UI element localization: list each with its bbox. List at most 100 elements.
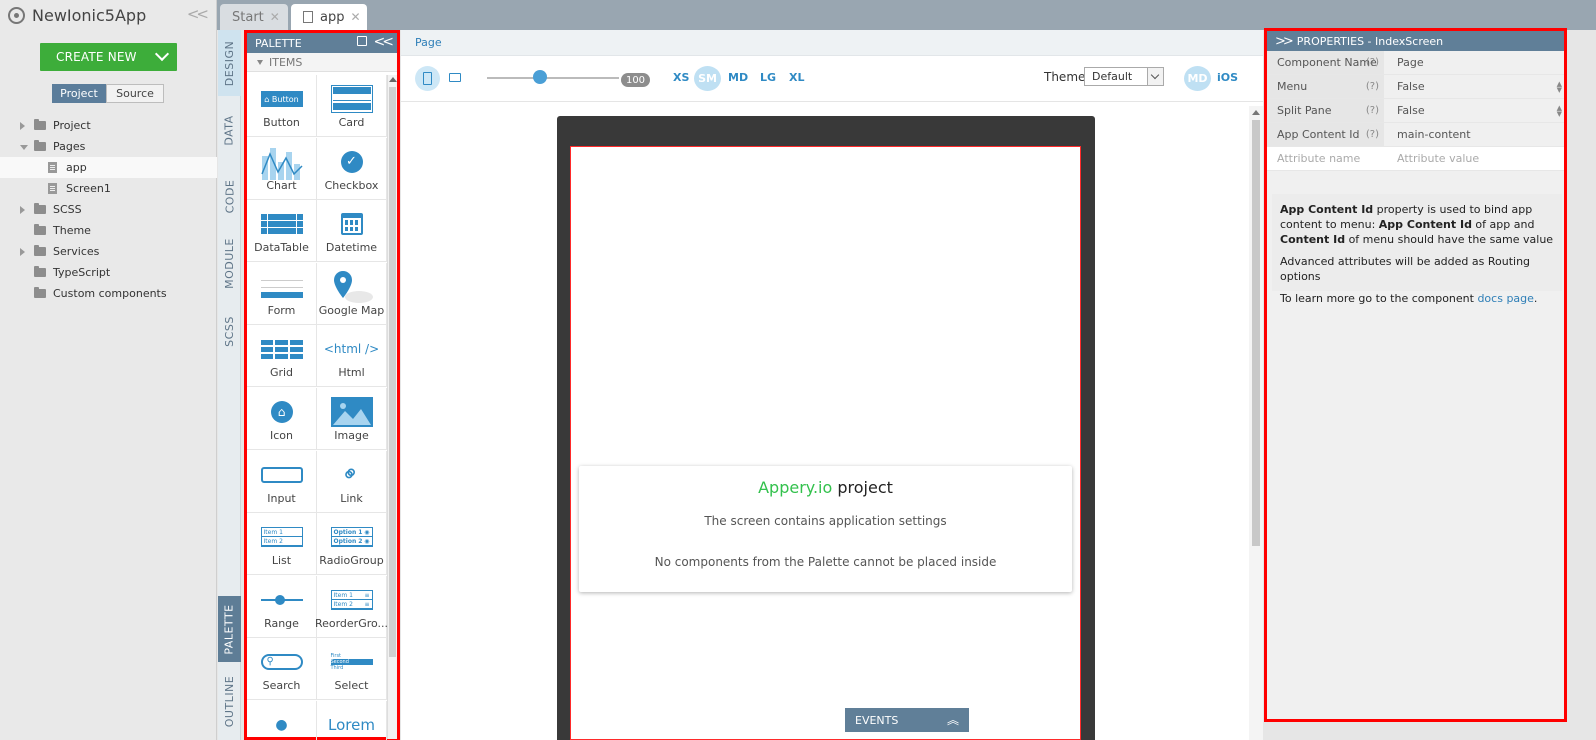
help-icon[interactable]: (?)	[1366, 129, 1379, 140]
attribute-name-input[interactable]: Attribute name	[1267, 147, 1384, 170]
expand-icon[interactable]	[357, 36, 367, 46]
help-icon[interactable]: (?)	[1366, 81, 1379, 92]
palette-item-image[interactable]: Image	[317, 388, 387, 450]
side-tab-palette[interactable]: PALETTE	[218, 596, 241, 662]
palette-item-input[interactable]: Input	[247, 450, 317, 513]
tree-item[interactable]: SCSS	[0, 199, 217, 220]
theme-select[interactable]: Default	[1084, 67, 1164, 86]
property-value-field[interactable]: False ▲ ▼	[1387, 99, 1564, 122]
palette-item-checkbox[interactable]: ✓ Checkbox	[317, 137, 387, 200]
property-value-field[interactable]: False ▲ ▼	[1387, 75, 1564, 98]
breadcrumb-page-link[interactable]: Page	[415, 36, 442, 49]
description-bold: App Content Id	[1378, 218, 1472, 231]
scroll-up-icon[interactable]	[1252, 110, 1260, 115]
side-tab-design[interactable]: DESIGN	[218, 30, 241, 96]
caret-down-icon[interactable]	[20, 145, 28, 150]
tree-item[interactable]: Services	[0, 241, 217, 262]
expand-panel-icon[interactable]: >>	[1275, 34, 1294, 49]
caret-right-icon[interactable]	[20, 248, 25, 256]
tree-item[interactable]: Screen1	[0, 178, 217, 199]
palette-item-datatable[interactable]: DataTable	[247, 200, 317, 263]
tree-item[interactable]: Pages	[0, 136, 217, 157]
palette-item-html[interactable]: <html /> Html	[317, 325, 387, 388]
phone-device-icon[interactable]	[415, 66, 440, 91]
input-icon	[260, 461, 303, 489]
device-screen[interactable]: Appery.io project The screen contains ap…	[570, 146, 1081, 740]
palette-item-list[interactable]: Item 1 Item 2 List	[247, 513, 317, 576]
palette-section-items[interactable]: ITEMS	[247, 53, 397, 72]
collapse-panel-icon[interactable]: <<	[187, 5, 209, 23]
help-icon[interactable]: (?)	[1366, 105, 1379, 116]
tab-source[interactable]: Source	[106, 84, 164, 103]
tree-item[interactable]: app	[0, 157, 217, 178]
side-tab-data[interactable]: DATA	[218, 96, 241, 164]
side-tab-outline[interactable]: OUTLINE	[218, 662, 241, 740]
create-new-button[interactable]: CREATE NEW	[40, 43, 177, 71]
caret-right-icon[interactable]	[20, 122, 25, 130]
zoom-slider-handle[interactable]	[532, 70, 547, 84]
mode-md-toggle[interactable]: MD	[1184, 66, 1211, 91]
tab-app[interactable]: app ✕	[291, 4, 367, 30]
tab-project[interactable]: Project	[52, 84, 106, 103]
breakpoint-xl[interactable]: XL	[789, 71, 805, 84]
palette-item-reordergro-[interactable]: Item 1 ≡ Item 2 ≡ ReorderGro...	[315, 575, 388, 638]
chevron-up-icon[interactable]: ︽	[947, 711, 959, 728]
close-icon[interactable]: ✕	[270, 10, 280, 24]
palette-item-datetime[interactable]: Datetime	[317, 200, 387, 263]
palette-item-icon[interactable]: ⌂ Icon	[247, 388, 317, 450]
palette-item-card[interactable]: Card	[317, 75, 387, 137]
palette-scrollbar[interactable]	[387, 75, 397, 739]
tablet-device-icon[interactable]	[449, 73, 461, 82]
spinner-arrows-icon[interactable]: ▲ ▼	[1557, 81, 1562, 94]
help-icon[interactable]: (?)	[1366, 57, 1379, 68]
scrollbar-thumb[interactable]	[1252, 120, 1260, 546]
palette-item-link[interactable]: ⚭ Link	[317, 450, 387, 513]
property-value-field[interactable]: Page	[1387, 51, 1564, 74]
palette-item-button[interactable]: ⌂ Button Button	[247, 75, 317, 137]
tree-item[interactable]: Custom components	[0, 283, 217, 304]
collapse-panel-icon[interactable]: <<	[374, 34, 395, 50]
side-tab-scss[interactable]: SCSS	[218, 298, 241, 364]
tab-start[interactable]: Start ✕	[220, 4, 288, 30]
breakpoint-md[interactable]: MD	[728, 71, 748, 84]
tree-item[interactable]: Project	[0, 115, 217, 136]
palette-item-range[interactable]: Range	[247, 575, 317, 638]
mode-ios-toggle[interactable]: iOS	[1217, 71, 1238, 84]
palette-item-form[interactable]: Form	[247, 262, 317, 325]
palette-item-google-map[interactable]: Google Map	[317, 262, 387, 325]
palette-item-label: Google Map	[318, 303, 385, 317]
palette-item-radiogroup[interactable]: Option 1 ◉ Option 2 ◉ RadioGroup	[317, 513, 387, 576]
scroll-up-icon[interactable]	[389, 77, 397, 82]
tree-item[interactable]: Theme	[0, 220, 217, 241]
docs-page-link[interactable]: docs page	[1477, 292, 1533, 305]
home-icon: ⌂	[270, 398, 293, 426]
breakpoint-xs[interactable]: XS	[673, 71, 689, 84]
palette-item-chart[interactable]: Chart	[247, 137, 317, 200]
breakpoint-lg[interactable]: LG	[760, 71, 776, 84]
attribute-value-input[interactable]: Attribute value	[1387, 147, 1564, 170]
property-value: False	[1397, 104, 1425, 117]
palette-panel: PALETTE << ITEMS ⌂ Button Button Card Chart…	[244, 30, 400, 740]
palette-item-more[interactable]: Lorem	[317, 701, 387, 740]
canvas-scrollbar[interactable]	[1249, 106, 1263, 740]
scrollbar-thumb[interactable]	[389, 87, 396, 657]
caret-right-icon[interactable]	[20, 206, 25, 214]
side-tab-module[interactable]: MODULE	[218, 228, 241, 298]
palette-item-grid[interactable]: Grid	[247, 325, 317, 388]
close-icon[interactable]: ✕	[350, 10, 360, 24]
property-name: Split Pane (?)	[1267, 99, 1384, 122]
zoom-slider[interactable]	[487, 77, 619, 79]
side-tab-code[interactable]: CODE	[218, 164, 241, 228]
folder-icon	[34, 266, 46, 277]
chevron-down-icon[interactable]	[1147, 68, 1163, 85]
tree-item[interactable]: TypeScript	[0, 262, 217, 283]
description-text: of app and	[1471, 218, 1535, 231]
chevron-down-icon[interactable]	[154, 46, 170, 62]
property-value-field[interactable]: main-content	[1387, 123, 1564, 146]
palette-item-search[interactable]: ⚲ Search	[247, 638, 317, 701]
events-panel-toggle[interactable]: EVENTS ︽	[845, 708, 969, 732]
palette-item-select[interactable]: First Second Third Select	[317, 638, 387, 701]
breakpoint-sm[interactable]: SM	[694, 66, 721, 91]
palette-item-more[interactable]: ●	[247, 701, 317, 740]
spinner-arrows-icon[interactable]: ▲ ▼	[1557, 105, 1562, 118]
